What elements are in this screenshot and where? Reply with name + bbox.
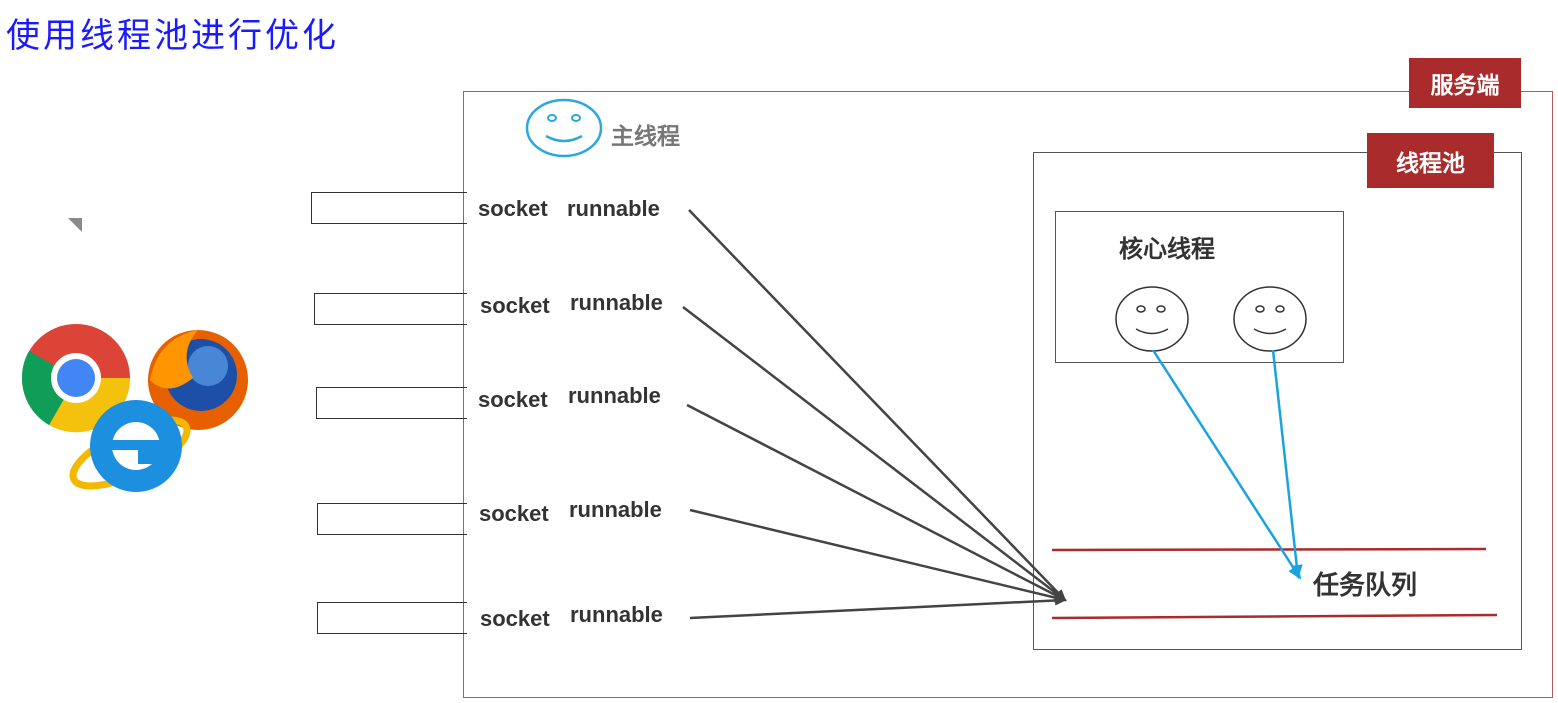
task-arrow bbox=[688, 209, 1067, 602]
task-arrow bbox=[686, 403, 1067, 602]
task-arrow bbox=[689, 508, 1067, 603]
task-arrow bbox=[682, 306, 1067, 602]
task-arrow bbox=[689, 595, 1067, 620]
arrows-layer bbox=[682, 209, 1498, 620]
queue-line-top bbox=[1051, 547, 1487, 552]
queue-line-bottom bbox=[1051, 613, 1498, 620]
